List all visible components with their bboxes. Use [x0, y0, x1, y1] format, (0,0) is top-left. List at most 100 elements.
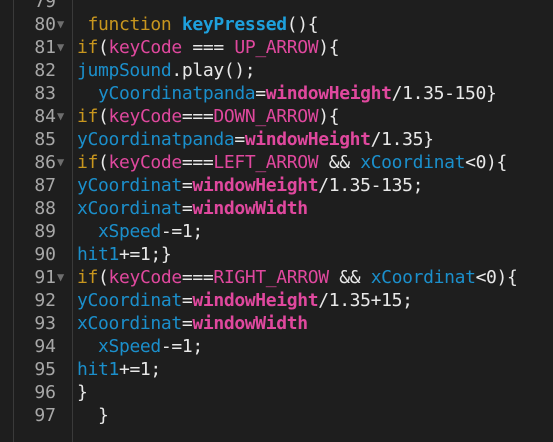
token-plain: <0){	[475, 267, 518, 288]
token-plain: ){	[318, 106, 340, 127]
token-kw: if	[77, 267, 98, 288]
code-text: yCoordinatpanda=windowHeight/1.35}	[77, 128, 434, 151]
line-number: 82	[34, 60, 56, 81]
token-plain: }	[77, 382, 88, 403]
token-const: RIGHT_ARROW	[213, 267, 329, 288]
token-plain: ===	[181, 152, 214, 173]
token-var: xCoordinat	[370, 267, 476, 288]
code-text: if(keyCode===LEFT_ARROW && xCoordinat<0)…	[77, 151, 507, 174]
token-plain: =	[181, 175, 193, 196]
token-var: yCoordinat	[77, 175, 182, 196]
line-number: 90	[34, 244, 56, 265]
code-text: hit1+=1;	[77, 358, 161, 381]
token-fn: keyPressed	[181, 14, 287, 35]
token-plain: (	[97, 267, 109, 288]
gutter-divider	[72, 0, 73, 442]
token-plain: +=1;	[118, 359, 161, 380]
token-const: UP_ARROW	[234, 37, 319, 58]
fold-triangle-icon[interactable]: ▼	[57, 266, 64, 289]
token-plain: ===	[181, 267, 214, 288]
line-number: 94	[34, 336, 56, 357]
code-text: xCoordinat=windowWidth	[77, 312, 308, 335]
fold-triangle-icon[interactable]: ▼	[57, 105, 64, 128]
line-number: 97	[34, 405, 56, 426]
token-glob: windowHeight	[192, 175, 319, 196]
token-var: xCoordinat	[77, 313, 182, 334]
token-plain: /1.35-150}	[391, 83, 497, 104]
token-var: xCoordinat	[360, 152, 466, 173]
code-text: }	[77, 381, 88, 404]
token-plain: .play();	[171, 60, 256, 81]
fold-triangle-icon[interactable]: ▼	[57, 36, 64, 59]
token-plain: /1.35-135;	[318, 175, 424, 196]
line-number: 95	[34, 359, 56, 380]
token-kw: if	[77, 152, 98, 173]
code-text: xSpeed-=1;	[77, 335, 203, 358]
token-plain: -=1;	[160, 336, 203, 357]
line-number: 86	[34, 152, 56, 173]
token-const: DOWN_ARROW	[213, 106, 319, 127]
token-plain: ===	[181, 37, 235, 58]
token-plain: /1.35+15;	[318, 290, 413, 311]
token-kw: function	[87, 14, 172, 35]
token-plain: &&	[328, 267, 371, 288]
token-plain: =	[181, 198, 193, 219]
token-plain: <0){	[465, 152, 508, 173]
token-const: keyCode	[108, 152, 182, 173]
code-text: if(keyCode===DOWN_ARROW){	[77, 105, 340, 128]
token-const: keyCode	[108, 37, 182, 58]
code-text: }	[77, 404, 109, 427]
token-glob: windowHeight	[244, 129, 371, 150]
line-number: 81	[34, 37, 56, 58]
token-var: xSpeed	[97, 221, 161, 242]
code-text: yCoordinatpanda=windowHeight/1.35-150}	[77, 82, 497, 105]
line-number: 80	[34, 14, 56, 35]
token-plain: (	[97, 106, 109, 127]
token-var: yCoordinatpanda	[77, 129, 235, 150]
token-var: yCoordinatpanda	[97, 83, 256, 104]
line-number: 84	[34, 106, 56, 127]
token-plain: (){	[286, 14, 319, 35]
token-glob: windowHeight	[265, 83, 392, 104]
token-plain: ===	[181, 106, 214, 127]
token-var: xCoordinat	[77, 198, 182, 219]
token-plain: =	[234, 129, 245, 150]
fold-triangle-icon[interactable]: ▼	[57, 13, 64, 36]
token-glob: windowWidth	[192, 198, 308, 219]
code-text: function keyPressed(){	[77, 13, 319, 36]
token-var: hit1	[77, 244, 119, 265]
line-number: 85	[34, 129, 56, 150]
token-plain: (	[97, 152, 109, 173]
code-text: yCoordinat=windowHeight/1.35-135;	[77, 174, 423, 197]
token-plain: ){	[318, 37, 340, 58]
token-plain: -=1;	[160, 221, 203, 242]
line-number: 79	[34, 0, 56, 12]
token-kw: if	[77, 106, 98, 127]
line-number: 88	[34, 198, 56, 219]
code-editor[interactable]: 79 80 ▼ function keyPressed(){81 ▼ if(keyCod…	[0, 0, 553, 442]
token-const: keyCode	[108, 267, 182, 288]
token-plain: =	[181, 290, 193, 311]
code-text: if(keyCode===RIGHT_ARROW && xCoordinat<0…	[77, 266, 518, 289]
token-plain: =	[181, 313, 193, 334]
code-text: jumpSound.play();	[77, 59, 256, 82]
token-const: LEFT_ARROW	[213, 152, 319, 173]
token-glob: windowHeight	[192, 290, 319, 311]
token-const: keyCode	[108, 106, 182, 127]
line-number: 87	[34, 175, 56, 196]
token-plain: }	[77, 405, 109, 426]
token-glob: windowWidth	[192, 313, 308, 334]
token-var: yCoordinat	[77, 290, 182, 311]
code-text: yCoordinat=windowHeight/1.35+15;	[77, 289, 413, 312]
fold-triangle-icon[interactable]: ▼	[57, 151, 64, 174]
token-plain: =	[255, 83, 266, 104]
token-var: hit1	[77, 359, 119, 380]
line-number: 96	[34, 382, 56, 403]
line-number: 83	[34, 83, 56, 104]
line-number: 89	[34, 221, 56, 242]
